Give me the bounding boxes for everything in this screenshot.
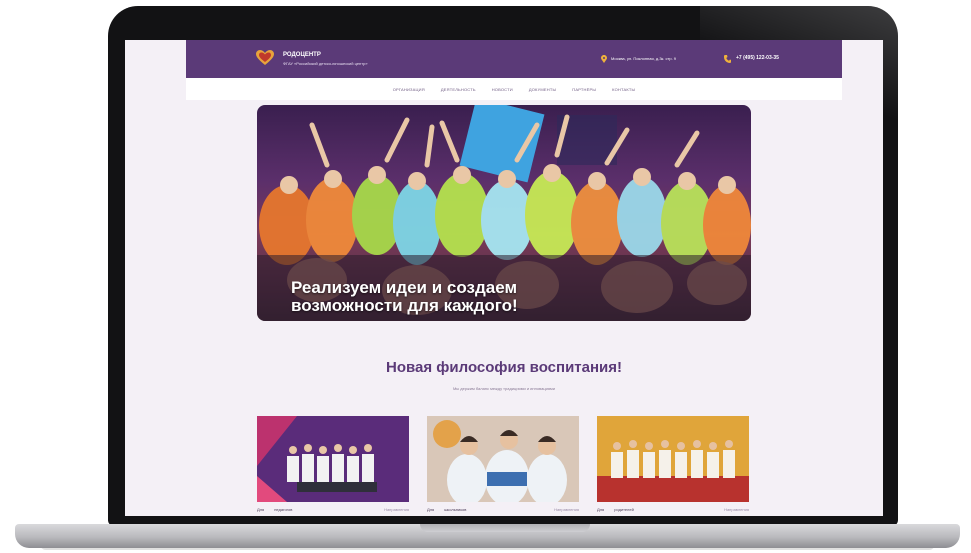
card-word1: Для: [597, 507, 605, 512]
card-tag[interactable]: Направления: [724, 507, 749, 512]
hero-caption: Реализуем идеи и создаем возможности для…: [291, 279, 518, 315]
group-photo-students: [427, 416, 579, 502]
address-text[interactable]: Москва, ул. Поклонная, д.3к. стр. 9: [611, 56, 676, 61]
nav-item-contacts[interactable]: КОНТАКТЫ: [612, 87, 635, 92]
nav-item-news[interactable]: НОВОСТИ: [492, 87, 513, 92]
card-caption: Для педагогов Направления: [257, 507, 409, 512]
group-photo-parents: [597, 416, 749, 502]
brand-subtitle: ФГАУ «Российский детско-юношеский центр»: [283, 61, 368, 66]
nav-item-activity[interactable]: ДЕЯТЕЛЬНОСТЬ: [441, 87, 476, 92]
hero-banner[interactable]: Реализуем идеи и создаем возможности для…: [257, 105, 751, 321]
card-image: [427, 416, 579, 502]
nav-item-documents[interactable]: ДОКУМЕНТЫ: [529, 87, 556, 92]
site-header: РОДОЦЕНТР ФГАУ «Российский детско-юношес…: [186, 40, 842, 78]
card-image: [257, 416, 409, 502]
card-students[interactable]: Для школьников Направления: [427, 416, 579, 516]
group-photo-teachers: [257, 416, 409, 502]
card-parents[interactable]: Для родителей Направления: [597, 416, 749, 516]
card-word1: Для: [257, 507, 265, 512]
card-word2: родителей: [614, 507, 634, 512]
card-tag[interactable]: Направления: [384, 507, 409, 512]
phone-icon: [724, 55, 731, 63]
section-subtitle: Мы держим баланс между традициями и инно…: [452, 386, 556, 391]
heart-logo-icon[interactable]: [256, 50, 274, 66]
card-caption: Для школьников Направления: [427, 507, 579, 512]
hero-caption-line2: возможности для каждого!: [291, 296, 518, 315]
brand-name[interactable]: РОДОЦЕНТР: [283, 52, 321, 58]
card-teachers[interactable]: Для педагогов Направления: [257, 416, 409, 516]
card-word1: Для: [427, 507, 435, 512]
laptop-notch: [420, 524, 590, 532]
phone-number[interactable]: +7 (495) 122-03-35: [736, 55, 779, 61]
hero-caption-line1: Реализуем идеи и создаем: [291, 278, 518, 297]
nav-item-organization[interactable]: ОРГАНИЗАЦИЯ: [393, 87, 425, 92]
card-caption: Для родителей Направления: [597, 507, 749, 512]
laptop-screen: РОДОЦЕНТР ФГАУ «Российский детско-юношес…: [125, 40, 883, 516]
location-pin-icon: [601, 55, 607, 63]
nav-item-partners[interactable]: ПАРТНЁРЫ: [572, 87, 596, 92]
section-title: Новая философия воспитания!: [385, 359, 623, 376]
main-nav: ОРГАНИЗАЦИЯ ДЕЯТЕЛЬНОСТЬ НОВОСТИ ДОКУМЕН…: [186, 78, 842, 100]
card-word2: школьников: [444, 507, 467, 512]
card-word2: педагогов: [274, 507, 293, 512]
card-image: [597, 416, 749, 502]
card-tag[interactable]: Направления: [554, 507, 579, 512]
